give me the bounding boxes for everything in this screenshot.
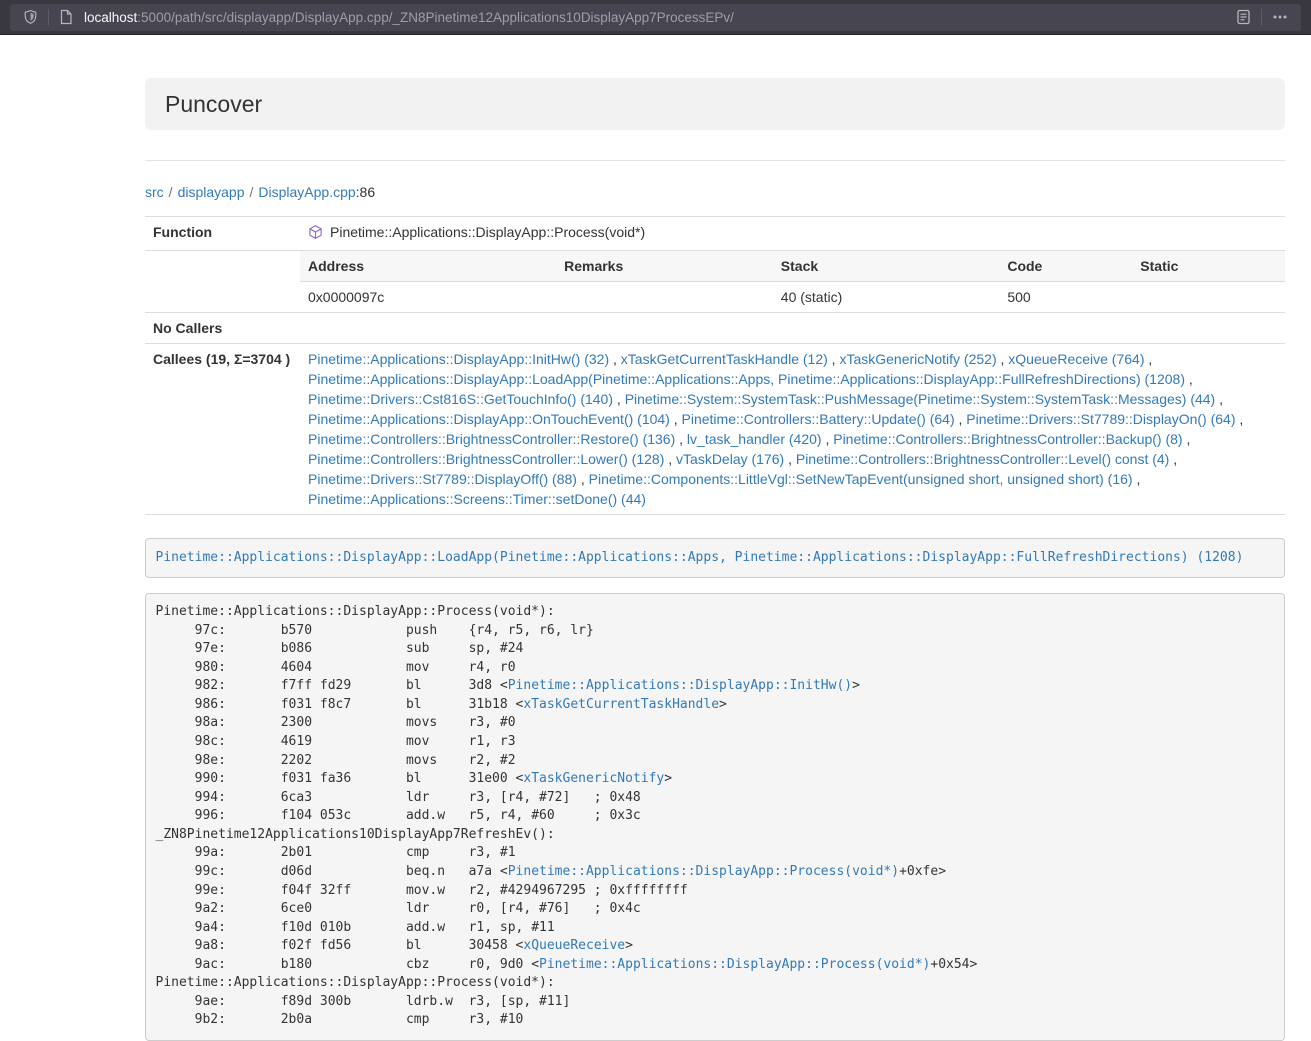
url-text: localhost:5000/path/src/displayapp/Displ… <box>84 10 1231 25</box>
no-callers-row: No Callers <box>145 313 1285 344</box>
col-header-stack: Stack <box>773 251 1000 282</box>
callee-link[interactable]: xTaskGenericNotify (252) <box>839 351 996 367</box>
callee-link[interactable]: vTaskDelay (176) <box>676 451 784 467</box>
col-header-static: Static <box>1132 251 1285 282</box>
url-host: localhost <box>84 10 137 25</box>
breadcrumb-separator: / <box>250 184 254 200</box>
callees-list: Pinetime::Applications::DisplayApp::Init… <box>300 344 1285 515</box>
table-row: 0x0000097c 40 (static) 500 <box>300 282 1285 313</box>
callee-link[interactable]: Pinetime::Controllers::BrightnessControl… <box>833 431 1182 447</box>
callee-link[interactable]: Pinetime::Applications::DisplayApp::OnTo… <box>308 411 670 427</box>
page-container: Puncover src/displayapp/DisplayApp.cpp:8… <box>145 78 1285 1041</box>
col-header-remarks: Remarks <box>556 251 773 282</box>
function-details-row: Address Remarks Stack Code Static 0x0000… <box>145 251 1285 313</box>
reader-mode-icon[interactable] <box>1231 9 1256 25</box>
function-details-cell: Address Remarks Stack Code Static 0x0000… <box>300 251 1285 313</box>
callee-link[interactable]: xTaskGetCurrentTaskHandle (12) <box>621 351 828 367</box>
assembly-symbol-link[interactable]: xTaskGetCurrentTaskHandle <box>523 697 719 712</box>
browser-toolbar: localhost:5000/path/src/displayapp/Displ… <box>0 0 1311 35</box>
row-label-empty <box>145 251 300 313</box>
breadcrumb-link-displayapp[interactable]: displayapp <box>178 184 245 200</box>
callee-link[interactable]: Pinetime::Controllers::Battery::Update()… <box>682 411 955 427</box>
assembly-symbol-link[interactable]: xQueueReceive <box>523 938 625 953</box>
callee-link[interactable]: Pinetime::System::SystemTask::PushMessag… <box>625 391 1216 407</box>
page-title: Puncover <box>165 91 262 118</box>
row-label-no-callers: No Callers <box>145 313 300 344</box>
breadcrumb: src/displayapp/DisplayApp.cpp:86 <box>145 182 1285 202</box>
highlighted-symbol-link[interactable]: Pinetime::Applications::DisplayApp::Load… <box>156 550 1244 565</box>
assembly-listing: Pinetime::Applications::DisplayApp::Proc… <box>145 593 1285 1041</box>
callee-link[interactable]: Pinetime::Applications::Screens::Timer::… <box>308 491 646 507</box>
page-info-icon[interactable] <box>54 9 78 25</box>
cube-symbol-icon <box>308 224 323 245</box>
cell-code: 500 <box>999 282 1132 313</box>
cell-remarks <box>556 282 773 313</box>
breadcrumb-link-file[interactable]: DisplayApp.cpp <box>258 184 355 200</box>
callee-link[interactable]: Pinetime::Drivers::Cst816S::GetTouchInfo… <box>308 391 613 407</box>
no-callers-cell <box>300 313 1285 344</box>
breadcrumb-line-number: :86 <box>356 184 375 200</box>
assembly-symbol-link[interactable]: Pinetime::Applications::DisplayApp::Proc… <box>539 957 930 972</box>
callees-row: Callees (19, Σ=3704 ) Pinetime::Applicat… <box>145 344 1285 515</box>
assembly-symbol-link[interactable]: xTaskGenericNotify <box>523 771 664 786</box>
row-label-function: Function <box>145 217 300 251</box>
highlighted-symbol-box: Pinetime::Applications::DisplayApp::Load… <box>145 538 1285 578</box>
assembly-symbol-link[interactable]: Pinetime::Applications::DisplayApp::Proc… <box>508 864 899 879</box>
callee-link[interactable]: Pinetime::Components::LittleVgl::SetNewT… <box>589 471 1133 487</box>
callee-link[interactable]: xQueueReceive (764) <box>1008 351 1144 367</box>
callee-link[interactable]: Pinetime::Controllers::BrightnessControl… <box>796 451 1169 467</box>
urlbar-divider <box>1261 9 1262 26</box>
callee-link[interactable]: Pinetime::Drivers::St7789::DisplayOff() … <box>308 471 577 487</box>
callee-link[interactable]: lv_task_handler (420) <box>687 431 822 447</box>
callee-link[interactable]: Pinetime::Drivers::St7789::DisplayOn() (… <box>966 411 1235 427</box>
col-header-code: Code <box>999 251 1132 282</box>
function-cell: Pinetime::Applications::DisplayApp::Proc… <box>300 217 1285 251</box>
row-label-callees: Callees (19, Σ=3704 ) <box>145 344 300 515</box>
page-actions-menu-icon[interactable] <box>1267 9 1293 25</box>
assembly-symbol-link[interactable]: Pinetime::Applications::DisplayApp::Init… <box>508 678 852 693</box>
function-details-table: Address Remarks Stack Code Static 0x0000… <box>300 251 1285 312</box>
col-header-address: Address <box>300 251 556 282</box>
url-path: :5000/path/src/displayapp/DisplayApp.cpp… <box>137 10 734 25</box>
app-header: Puncover <box>145 78 1285 130</box>
urlbar-divider <box>48 9 49 26</box>
url-bar[interactable]: localhost:5000/path/src/displayapp/Displ… <box>10 4 1301 31</box>
breadcrumb-separator: / <box>169 184 173 200</box>
tracking-protection-shield-icon[interactable] <box>18 9 43 25</box>
details-header-row: Address Remarks Stack Code Static <box>300 251 1285 282</box>
header-divider <box>145 160 1285 161</box>
function-row: Function Pinetime::Applications::Display… <box>145 217 1285 251</box>
callee-link[interactable]: Pinetime::Controllers::BrightnessControl… <box>308 451 664 467</box>
callee-link[interactable]: Pinetime::Controllers::BrightnessControl… <box>308 431 675 447</box>
cell-static <box>1132 282 1285 313</box>
cell-address: 0x0000097c <box>300 282 556 313</box>
breadcrumb-link-src[interactable]: src <box>145 184 164 200</box>
callee-link[interactable]: Pinetime::Applications::DisplayApp::Load… <box>308 371 1185 387</box>
callee-link[interactable]: Pinetime::Applications::DisplayApp::Init… <box>308 351 609 367</box>
function-table: Function Pinetime::Applications::Display… <box>145 216 1285 515</box>
function-name: Pinetime::Applications::DisplayApp::Proc… <box>330 224 645 240</box>
cell-stack: 40 (static) <box>773 282 1000 313</box>
